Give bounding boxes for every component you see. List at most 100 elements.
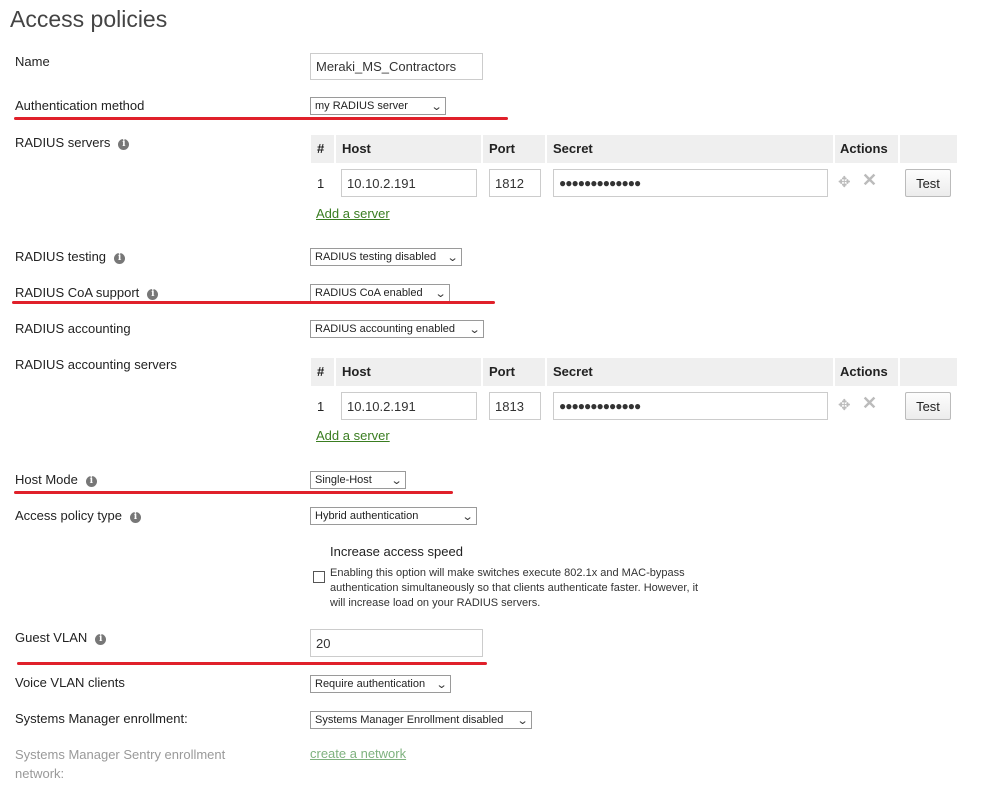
- highlight-underline: [17, 662, 487, 665]
- col-port: Port: [489, 364, 515, 379]
- host-mode-label-text: Host Mode: [15, 472, 78, 487]
- radius-accounting-label: RADIUS accounting: [15, 321, 131, 336]
- delete-icon[interactable]: ✕: [862, 170, 877, 191]
- sm-enrollment-value: Systems Manager Enrollment disabled: [315, 714, 504, 726]
- chevron-down-icon: ⌄: [461, 510, 474, 523]
- host-mode-select[interactable]: Single-Host ⌄: [310, 471, 406, 489]
- radius-testing-label: RADIUS testing i: [15, 249, 126, 264]
- radius-servers-label-text: RADIUS servers: [15, 135, 111, 150]
- auth-method-select[interactable]: my RADIUS server ⌄: [310, 97, 446, 115]
- host-value: 10.10.2.191: [347, 175, 416, 191]
- increase-speed-checkbox[interactable]: [313, 571, 325, 583]
- radius-coa-label: RADIUS CoA support i: [15, 285, 159, 300]
- secret-value: ●●●●●●●●●●●●●: [559, 399, 641, 413]
- host-value: 10.10.2.191: [347, 398, 416, 414]
- radius-coa-select[interactable]: RADIUS CoA enabled ⌄: [310, 284, 450, 302]
- port-value: 1812: [495, 175, 524, 191]
- access-policy-type-value: Hybrid authentication: [315, 510, 419, 522]
- info-icon[interactable]: i: [85, 476, 97, 487]
- sm-enrollment-select[interactable]: Systems Manager Enrollment disabled ⌄: [310, 711, 532, 729]
- chevron-down-icon: ⌄: [446, 251, 459, 264]
- page-title: Access policies: [10, 6, 168, 32]
- name-input-value: Meraki_MS_Contractors: [316, 59, 457, 74]
- radius-testing-select[interactable]: RADIUS testing disabled ⌄: [310, 248, 462, 266]
- chevron-down-icon: ⌄: [430, 100, 443, 113]
- radius-accounting-select[interactable]: RADIUS accounting enabled ⌄: [310, 320, 484, 338]
- radius-servers-label: RADIUS servers i: [15, 135, 130, 150]
- col-port: Port: [489, 141, 515, 156]
- column-divider: [481, 358, 483, 386]
- col-num: #: [317, 364, 325, 379]
- port-value: 1813: [495, 398, 524, 414]
- radius-coa-label-text: RADIUS CoA support: [15, 285, 140, 300]
- secret-value: ●●●●●●●●●●●●●: [559, 176, 641, 190]
- guest-vlan-value: 20: [316, 635, 331, 651]
- col-actions: Actions: [840, 141, 888, 156]
- chevron-down-icon: ⌄: [516, 714, 529, 727]
- chevron-down-icon: ⌄: [390, 474, 403, 487]
- host-input[interactable]: 10.10.2.191: [341, 169, 477, 197]
- voice-vlan-label: Voice VLAN clients: [15, 675, 125, 690]
- column-divider: [545, 358, 547, 386]
- auth-method-label: Authentication method: [15, 98, 145, 113]
- add-server-link[interactable]: Add a server: [316, 428, 390, 443]
- sm-enrollment-label: Systems Manager enrollment:: [15, 711, 188, 726]
- highlight-underline: [14, 491, 453, 494]
- add-server-link[interactable]: Add a server: [316, 206, 390, 221]
- column-divider: [481, 135, 483, 163]
- column-divider: [898, 358, 900, 386]
- secret-input[interactable]: ●●●●●●●●●●●●●: [553, 392, 828, 420]
- secret-input[interactable]: ●●●●●●●●●●●●●: [553, 169, 828, 197]
- create-network-link[interactable]: create a network: [310, 746, 406, 761]
- voice-vlan-value: Require authentication: [315, 678, 426, 690]
- column-divider: [545, 135, 547, 163]
- radius-servers-table-header: # Host Port Secret Actions: [311, 135, 957, 163]
- access-policy-type-label: Access policy type i: [15, 508, 141, 523]
- increase-speed-title: Increase access speed: [330, 544, 463, 559]
- port-input[interactable]: 1813: [489, 392, 541, 420]
- accounting-servers-table-header: # Host Port Secret Actions: [311, 358, 957, 386]
- test-button[interactable]: Test: [905, 392, 951, 420]
- highlight-underline: [14, 117, 508, 120]
- col-secret: Secret: [553, 141, 593, 156]
- guest-vlan-input[interactable]: 20: [310, 629, 483, 657]
- column-divider: [898, 135, 900, 163]
- auth-method-value: my RADIUS server: [315, 100, 408, 112]
- name-input[interactable]: Meraki_MS_Contractors: [310, 53, 483, 80]
- col-num: #: [317, 141, 325, 156]
- info-icon[interactable]: i: [147, 289, 159, 300]
- radius-testing-value: RADIUS testing disabled: [315, 251, 437, 263]
- info-icon[interactable]: i: [114, 253, 126, 264]
- row-number: 1: [317, 176, 325, 191]
- row-number: 1: [317, 399, 325, 414]
- info-icon[interactable]: i: [95, 634, 107, 645]
- col-secret: Secret: [553, 364, 593, 379]
- voice-vlan-select[interactable]: Require authentication ⌄: [310, 675, 451, 693]
- guest-vlan-label-text: Guest VLAN: [15, 630, 88, 645]
- column-divider: [833, 135, 835, 163]
- delete-icon[interactable]: ✕: [862, 393, 877, 414]
- chevron-down-icon: ⌄: [468, 323, 481, 336]
- info-icon[interactable]: i: [129, 512, 141, 523]
- test-button[interactable]: Test: [905, 169, 951, 197]
- port-input[interactable]: 1812: [489, 169, 541, 197]
- col-actions: Actions: [840, 364, 888, 379]
- radius-testing-label-text: RADIUS testing: [15, 249, 107, 264]
- host-mode-label: Host Mode i: [15, 472, 97, 487]
- host-mode-value: Single-Host: [315, 474, 372, 486]
- col-host: Host: [342, 141, 371, 156]
- column-divider: [334, 358, 336, 386]
- access-policy-type-label-text: Access policy type: [15, 508, 122, 523]
- access-policy-type-select[interactable]: Hybrid authentication ⌄: [310, 507, 477, 525]
- info-icon[interactable]: i: [118, 139, 130, 150]
- highlight-underline: [12, 301, 495, 304]
- guest-vlan-label: Guest VLAN i: [15, 630, 107, 645]
- radius-accounting-value: RADIUS accounting enabled: [315, 323, 456, 335]
- radius-coa-value: RADIUS CoA enabled: [315, 287, 423, 299]
- column-divider: [334, 135, 336, 163]
- host-input[interactable]: 10.10.2.191: [341, 392, 477, 420]
- move-icon[interactable]: ✥: [838, 173, 851, 191]
- col-host: Host: [342, 364, 371, 379]
- sm-sentry-label: Systems Manager Sentry enrollment networ…: [15, 747, 226, 781]
- move-icon[interactable]: ✥: [838, 396, 851, 414]
